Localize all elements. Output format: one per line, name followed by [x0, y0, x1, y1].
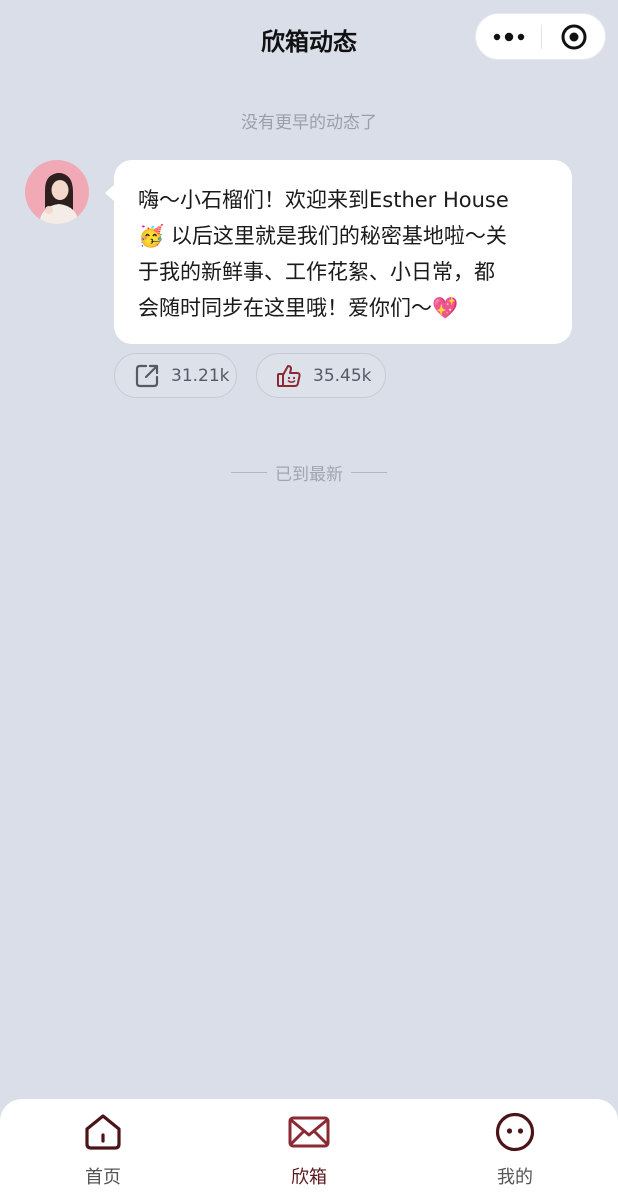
avatar[interactable] — [25, 160, 89, 224]
target-icon — [561, 24, 586, 49]
latest-notice: 已到最新 — [0, 460, 618, 485]
divider-line — [351, 472, 387, 473]
post-text-line: 会随时同步在这里哦！爱你们～💖 — [138, 296, 459, 320]
share-icon — [133, 362, 161, 390]
post-bubble: 嗨～小石榴们！欢迎来到Esther House 🥳 以后这里就是我们的秘密基地啦… — [105, 160, 572, 344]
no-earlier-notice: 没有更早的动态了 — [241, 113, 377, 133]
avatar-portrait-image — [25, 160, 89, 224]
profile-face-icon — [495, 1112, 535, 1152]
like-count: 35.45k — [313, 365, 372, 386]
mini-program-capsule — [475, 13, 606, 60]
mail-icon — [288, 1116, 330, 1148]
post-text-line: 于我的新鲜事、工作花絮、小日常，都 — [138, 260, 495, 284]
share-count: 31.21k — [171, 365, 230, 386]
bottom-tab-bar: 首页 欣箱 我的 — [0, 1099, 618, 1200]
tab-inbox[interactable]: 欣箱 — [259, 1111, 359, 1189]
title-bar: 欣箱动态 — [0, 0, 618, 76]
thumbs-up-icon — [275, 362, 303, 390]
post-text-line: 🥳 以后这里就是我们的秘密基地啦～关 — [138, 224, 507, 248]
post-text-line: 嗨～小石榴们！欢迎来到Esther House — [138, 188, 509, 212]
more-dots-icon — [493, 32, 524, 41]
tab-profile[interactable]: 我的 — [465, 1111, 565, 1189]
tab-label: 我的 — [497, 1167, 533, 1188]
more-menu-button[interactable] — [476, 14, 541, 59]
latest-text: 已到最新 — [275, 465, 343, 485]
share-button[interactable]: 31.21k — [114, 353, 237, 398]
divider-line — [231, 472, 267, 473]
app-screen: 欣箱动态 没有更早的动态了 嗨～小石榴们！欢迎来到Esther House 🥳 … — [0, 0, 618, 1200]
tab-home[interactable]: 首页 — [53, 1111, 153, 1189]
close-mini-program-button[interactable] — [542, 14, 605, 59]
tab-label: 首页 — [85, 1167, 121, 1188]
tab-label: 欣箱 — [291, 1167, 327, 1188]
like-button[interactable]: 35.45k — [256, 353, 386, 398]
home-icon — [85, 1114, 121, 1150]
